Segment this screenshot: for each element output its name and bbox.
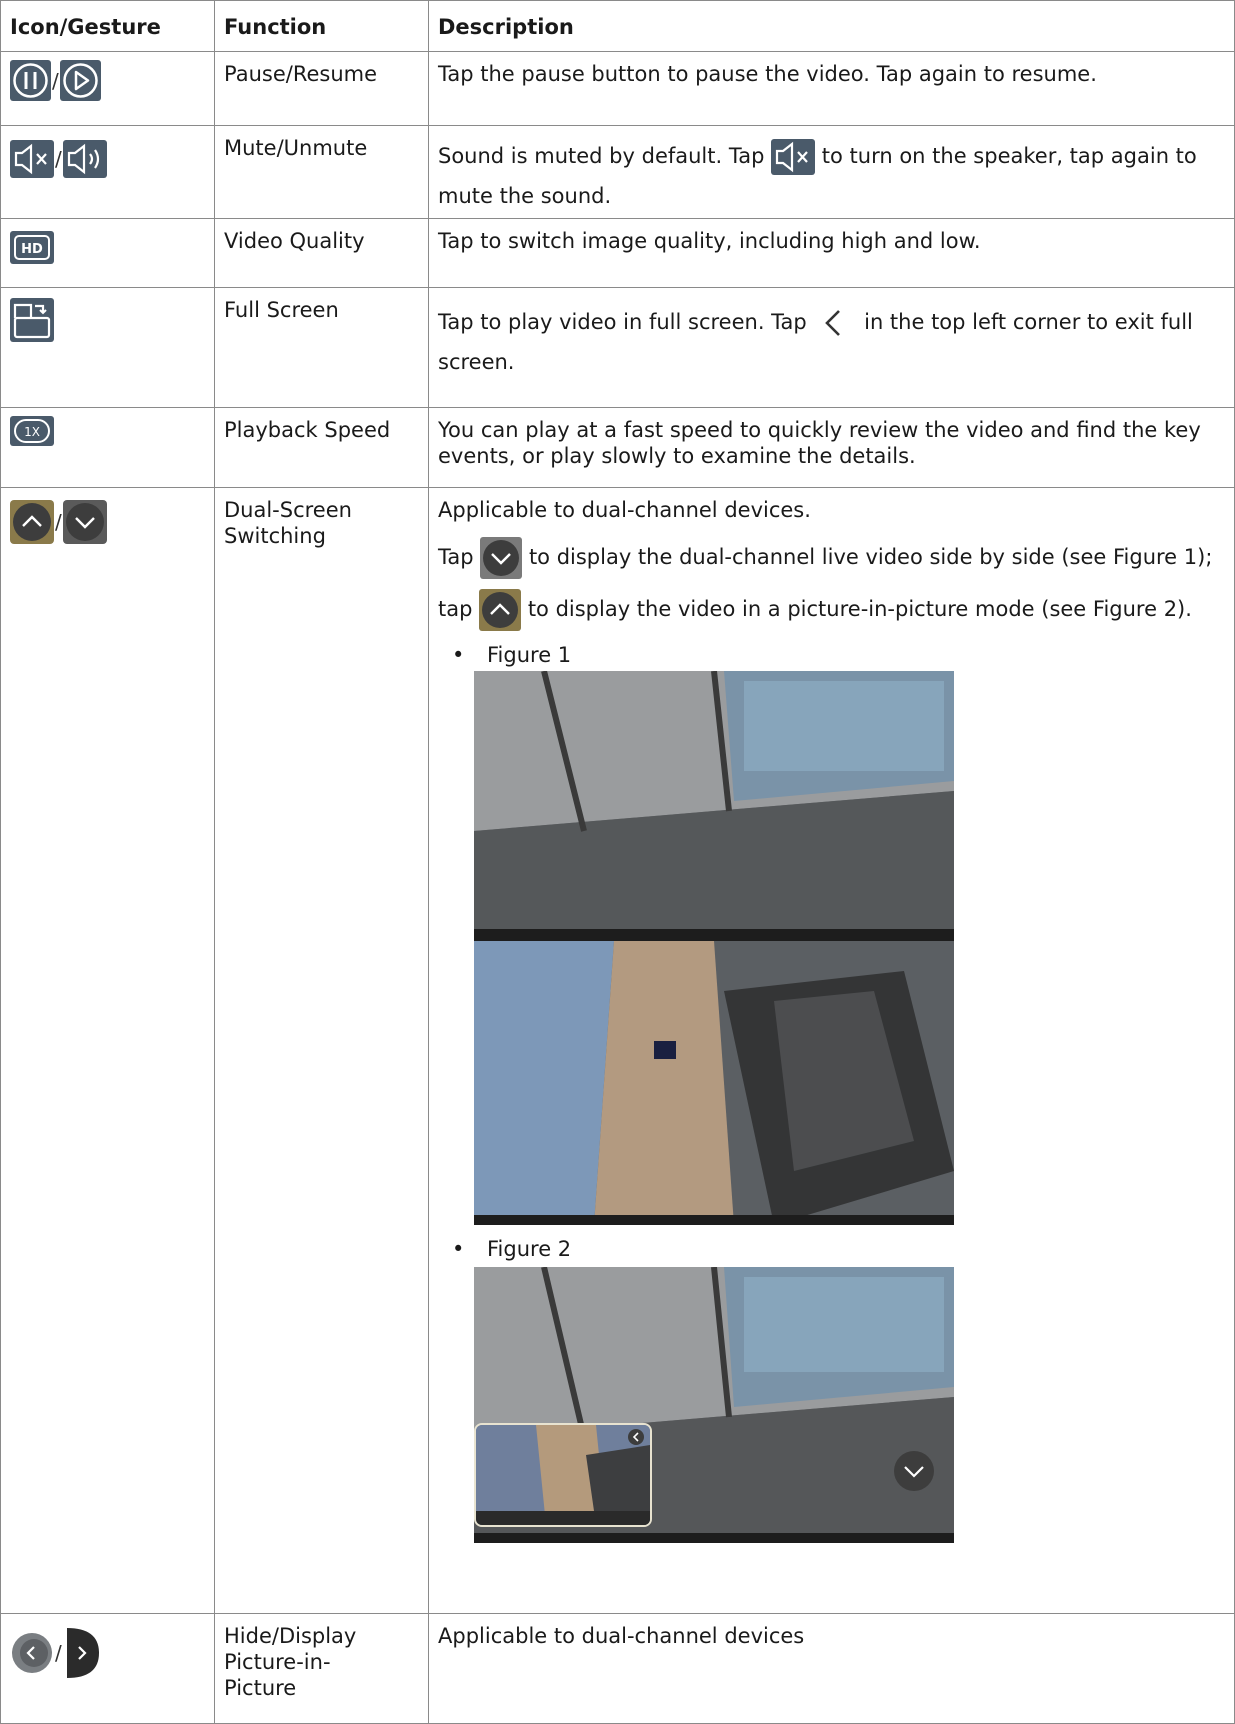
- description-hide-display-pip: Applicable to dual-channel devices: [428, 1613, 1235, 1724]
- table-row: / Pause/Resume Tap the pause button to p…: [0, 51, 1235, 126]
- back-chevron-icon: [813, 305, 857, 341]
- full-desc-part-a: Tap to play video in full screen. Tap: [438, 310, 807, 334]
- figure-2-image: [474, 1267, 954, 1543]
- hide-function-line-a: Hide/Display: [224, 1624, 357, 1648]
- full-desc-part-b: in the top left corner to exit full: [864, 310, 1193, 334]
- dual-function-line-b: Switching: [224, 524, 326, 548]
- bullet: •: [452, 1237, 465, 1261]
- icon-cell: /: [0, 125, 215, 219]
- fullscreen-icon: [10, 298, 54, 342]
- slash-separator: /: [52, 68, 59, 93]
- slash-separator: /: [55, 1641, 62, 1665]
- collapse-pip-icon[interactable]: [628, 1429, 644, 1445]
- header-description: Description: [428, 0, 1235, 52]
- slash-separator: /: [55, 510, 62, 534]
- slash-separator: /: [55, 147, 62, 171]
- header-icon-gesture: Icon/Gesture: [0, 0, 215, 52]
- bullet: •: [452, 643, 465, 667]
- dual-line-3: tap to display the video in a picture-in…: [438, 587, 1234, 631]
- hd-quality-icon: HD: [10, 231, 54, 264]
- table-header-row: Icon/Gesture Function Description: [0, 0, 1235, 52]
- mute-desc-part-a: Sound is muted by default. Tap: [438, 144, 765, 168]
- mute-desc-part-c: mute the sound.: [438, 184, 612, 208]
- figure-1-caption: Figure 1: [487, 643, 572, 667]
- icon-cell: /: [0, 1613, 215, 1724]
- speaker-on-icon: [62, 140, 107, 178]
- dual-function-line-a: Dual-Screen: [224, 498, 352, 522]
- icon-cell: /: [0, 51, 215, 126]
- dual-line-2-b: to display the dual-channel live video s…: [528, 545, 1213, 569]
- chevron-up-icon: [10, 500, 54, 544]
- full-desc-part-c: screen.: [438, 350, 515, 374]
- dual-channel-side-by-side-image: [474, 671, 954, 1225]
- figure-2-caption: Figure 2: [487, 1237, 572, 1261]
- table-row: Full Screen Tap to play video in full sc…: [0, 287, 1235, 408]
- icon-cell: HD: [0, 218, 215, 288]
- chevron-up-icon: [479, 589, 522, 631]
- table-row: 1X Playback Speed You can play at a fast…: [0, 407, 1235, 488]
- pip-window[interactable]: [474, 1423, 652, 1527]
- table-row: / Dual-Screen Switching Applicable to du…: [0, 487, 1235, 1614]
- dual-line-2: Tap to display the dual-channel live vid…: [438, 535, 1234, 579]
- icon-cell: /: [0, 487, 215, 1614]
- description-full-screen: Tap to play video in full screen. Tap in…: [428, 287, 1235, 408]
- icon-gesture-table: Icon/Gesture Function Description / Paus…: [0, 0, 1235, 1724]
- pause-icon: [10, 60, 51, 101]
- mute-desc-part-b: to turn on the speaker, tap again to: [821, 144, 1197, 168]
- chevron-down-icon[interactable]: [894, 1451, 934, 1491]
- description-pause-resume: Tap the pause button to pause the video.…: [428, 51, 1235, 126]
- function-playback-speed: Playback Speed: [214, 407, 429, 488]
- icon-cell: 1X: [0, 407, 215, 488]
- hd-icon-text: HD: [21, 242, 43, 257]
- figure-1-label: • Figure 1: [452, 643, 1234, 667]
- hide-function-line-c: Picture: [224, 1676, 297, 1700]
- table-row: / Hide/Display Picture-in- Picture Appli…: [0, 1613, 1235, 1724]
- chevron-down-icon: [480, 537, 523, 579]
- play-icon: [59, 60, 101, 101]
- pip-expand-icon: [63, 1626, 103, 1680]
- speaker-muted-icon: [10, 140, 54, 178]
- chevron-down-icon: [62, 500, 107, 544]
- table-row: / Mute/Unmute Sound is muted by default.…: [0, 125, 1235, 219]
- dual-line-1: Applicable to dual-channel devices.: [438, 498, 811, 522]
- dual-line-3-b: to display the video in a picture-in-pic…: [527, 597, 1192, 621]
- pip-collapse-icon: [10, 1631, 54, 1675]
- hide-function-line-b: Picture-in-: [224, 1650, 331, 1674]
- description-dual-screen: Applicable to dual-channel devices. Tap …: [428, 487, 1235, 1614]
- function-full-screen: Full Screen: [214, 287, 429, 408]
- dual-line-3-a: tap: [438, 597, 473, 621]
- description-mute-unmute: Sound is muted by default. Tap to turn o…: [428, 125, 1235, 219]
- header-function: Function: [214, 0, 429, 52]
- figure-1-image: [474, 671, 954, 1225]
- dual-line-2-a: Tap: [438, 545, 474, 569]
- icon-cell: [0, 287, 215, 408]
- function-pause-resume: Pause/Resume: [214, 51, 429, 126]
- function-mute-unmute: Mute/Unmute: [214, 125, 429, 219]
- speaker-muted-icon: [771, 139, 816, 175]
- table-row: HD Video Quality Tap to switch image qua…: [0, 218, 1235, 288]
- speed-icon-text: 1X: [24, 425, 40, 439]
- figure-2-label: • Figure 2: [452, 1237, 1234, 1261]
- playback-speed-icon: 1X: [10, 416, 54, 446]
- function-dual-screen: Dual-Screen Switching: [214, 487, 429, 1614]
- description-playback-speed: You can play at a fast speed to quickly …: [428, 407, 1235, 488]
- function-hide-display-pip: Hide/Display Picture-in- Picture: [214, 1613, 429, 1724]
- description-video-quality: Tap to switch image quality, including h…: [428, 218, 1235, 288]
- function-video-quality: Video Quality: [214, 218, 429, 288]
